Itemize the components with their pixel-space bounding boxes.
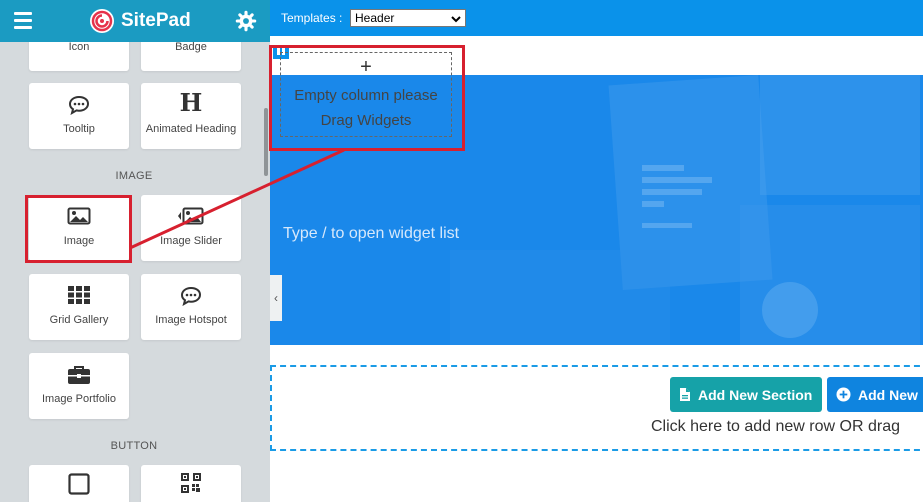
widget-list-prompt: Type / to open widget list — [283, 225, 460, 242]
chevron-down-icon — [451, 13, 461, 27]
templates-label: Templates : — [281, 11, 343, 25]
plus-circle-icon — [836, 387, 851, 405]
image-widget-highlight — [25, 195, 132, 263]
sidebar-header: SitePad — [0, 0, 270, 42]
widget-label: Grid Gallery — [49, 314, 109, 326]
image-slider-icon — [141, 207, 241, 229]
widget-tile-animated-heading[interactable]: H Animated Heading — [141, 83, 241, 149]
add-new-section-label: Add New Section — [698, 387, 813, 403]
widget-label: Badge — [175, 41, 207, 53]
heading-icon: H — [179, 88, 203, 117]
widget-tile-button[interactable] — [29, 465, 129, 502]
widget-tile-tooltip[interactable]: Tooltip — [29, 83, 129, 149]
editor-topbar: Templates : Header — [270, 0, 923, 36]
widget-label: Icon — [68, 41, 90, 53]
widget-tile-grid-gallery[interactable]: Grid Gallery — [29, 274, 129, 340]
add-new-label: Add New — [858, 387, 918, 403]
hamburger-menu-icon[interactable] — [14, 12, 32, 30]
widget-tile-image-portfolio[interactable]: Image Portfolio — [29, 353, 129, 419]
square-icon — [29, 473, 129, 495]
widget-label: Image Hotspot — [155, 314, 227, 326]
sidebar-scrollbar[interactable] — [264, 108, 268, 176]
sitepad-logo-icon — [90, 9, 114, 33]
add-row-hint: Click here to add new row OR drag — [651, 418, 900, 435]
widget-label: Image Portfolio — [42, 393, 116, 405]
gear-icon[interactable] — [235, 10, 257, 32]
widget-label: Tooltip — [63, 123, 95, 135]
grid-icon — [29, 286, 129, 308]
category-title-image: IMAGE — [115, 170, 153, 182]
widget-tile-image-slider[interactable]: Image Slider — [141, 195, 241, 261]
widget-tile-image-hotspot[interactable]: Image Hotspot — [141, 274, 241, 340]
speech-bubble-icon — [141, 286, 241, 308]
document-icon — [679, 387, 691, 405]
collapse-sidebar-toggle[interactable]: ‹ — [270, 275, 282, 321]
templates-selected-value: Header — [355, 11, 395, 25]
widget-tile-qr-code[interactable] — [141, 465, 241, 502]
category-title-button: BUTTON — [110, 440, 158, 452]
add-new-button[interactable]: Add New — [827, 377, 923, 412]
widget-label: Image Slider — [160, 235, 222, 247]
speech-bubble-icon — [29, 95, 129, 117]
add-row-dropzone[interactable] — [270, 365, 923, 451]
briefcase-icon — [29, 365, 129, 387]
brand-name: SitePad — [121, 10, 191, 31]
qr-code-icon — [141, 473, 241, 495]
add-new-section-button[interactable]: Add New Section — [670, 377, 822, 412]
dropzone-highlight — [269, 45, 465, 151]
templates-select[interactable]: Header — [350, 9, 466, 27]
widget-label: Animated Heading — [145, 123, 237, 135]
